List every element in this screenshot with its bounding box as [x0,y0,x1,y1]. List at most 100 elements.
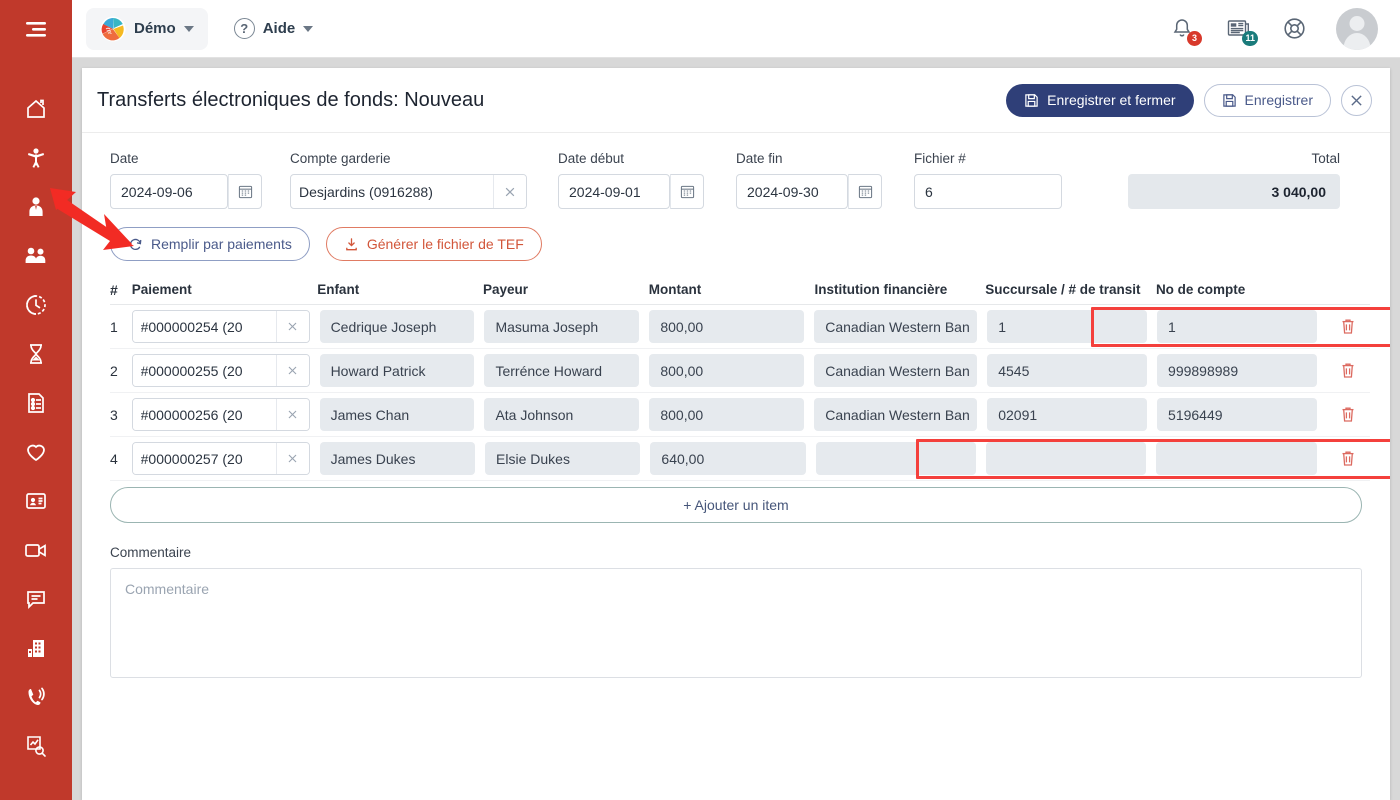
date-start-input[interactable] [558,174,670,209]
sidebar-item-centers[interactable] [0,623,72,672]
delete-row-button[interactable] [1340,406,1356,423]
institution-value: Canadian Western Ban [814,398,978,431]
sidebar-item-employees[interactable] [0,182,72,231]
date-end-input[interactable] [736,174,848,209]
cell-child: Howard Patrick [319,354,485,387]
total-value: 3 040,00 [1128,174,1340,209]
comment-label: Commentaire [110,545,192,560]
trash-icon [1342,407,1354,422]
cell-child: James Dukes [319,442,485,475]
video-icon [25,543,46,557]
add-item-label: + Ajouter un item [683,497,789,513]
payment-input[interactable] [132,311,276,342]
payment-input[interactable] [132,355,276,386]
sidebar-item-forms[interactable] [0,378,72,427]
user-avatar[interactable] [1336,7,1378,50]
date-label: Date [110,151,139,166]
help-menu[interactable]: ? Aide [233,18,314,39]
save-label: Enregistrer [1244,92,1313,108]
cell-amount: 800,00 [649,310,814,343]
date-start-picker-button[interactable] [670,174,704,209]
org-switcher[interactable]: Démo [86,7,208,50]
field-file-no: Fichier # [914,151,1094,209]
sidebar-item-health[interactable] [0,427,72,476]
sidebar-item-contacts[interactable] [0,476,72,525]
table-row: 4 James Dukes Elsie Dukes [110,437,1390,481]
institution-value [815,442,977,475]
cell-amount: 640,00 [650,442,815,475]
home-icon [27,99,45,118]
branch-value [986,442,1147,475]
refresh-icon [129,238,142,250]
payment-combo [131,442,310,475]
row-number: 3 [110,406,118,423]
file-no-input[interactable] [914,174,1062,209]
menu-toggle-button[interactable] [0,0,72,58]
delete-row-button[interactable] [1340,450,1356,467]
account-input[interactable] [291,175,493,208]
cell-branch: 4545 [987,354,1157,387]
comment-textarea[interactable] [110,568,1362,678]
close-button[interactable] [1341,84,1372,116]
calendar-icon [238,185,252,199]
field-date-end: Date fin [736,151,914,209]
account-control [290,174,558,209]
save-button[interactable]: Enregistrer [1203,83,1331,117]
header-payment: Paiement [131,282,192,297]
id-card-icon [26,492,46,509]
clear-payment-button[interactable] [275,443,309,474]
cell-child: Cedrique Joseph [319,310,485,343]
chevron-down-icon [183,25,194,32]
clock-icon [26,294,46,315]
report-search-icon [27,735,46,757]
clear-payment-button[interactable] [275,355,309,386]
date-picker-button[interactable] [228,174,262,209]
child-value: Howard Patrick [319,354,475,387]
clear-payment-button[interactable] [275,311,309,342]
cell-payer: Masuma Joseph [484,310,649,343]
comment-section: Commentaire [110,545,1370,683]
table-header-row: # Paiement Enfant Payeur Montant Institu… [110,275,1370,305]
news-button[interactable]: 11 [1224,15,1258,46]
building-icon [28,639,44,657]
add-item-button[interactable]: + Ajouter un item [110,487,1362,523]
branch-value: 4545 [987,354,1148,387]
generate-eft-file-button[interactable]: Générer le fichier de TEF [325,227,542,261]
account-value: 1 [1157,310,1317,343]
cell-delete [1327,362,1370,379]
payment-input[interactable] [132,399,276,430]
payment-input[interactable] [132,443,276,474]
delete-row-button[interactable] [1340,362,1356,379]
sidebar-item-children[interactable] [0,133,72,182]
sidebar-item-video[interactable] [0,525,72,574]
sidebar-item-home[interactable] [0,84,72,133]
sidebar-item-messages[interactable] [0,574,72,623]
table-row: 2 Howard Patrick Terrénce Howa [110,349,1370,393]
question-mark-icon: ? [233,18,255,39]
cell-child: James Chan [319,398,485,431]
save-and-close-button[interactable]: Enregistrer et fermer [1006,83,1194,117]
sidebar-item-groups[interactable] [0,231,72,280]
table-row: 1 Cedrique Joseph Masuma Josep [110,305,1390,349]
date-end-label: Date fin [736,151,783,166]
sidebar-item-calls[interactable] [0,672,72,721]
cell-amount: 800,00 [649,354,814,387]
notifications-button[interactable]: 3 [1168,15,1202,46]
support-button[interactable] [1280,15,1308,43]
fill-by-payments-button[interactable]: Remplir par paiements [110,227,310,261]
clear-account-button[interactable] [493,175,526,208]
main-region: Démo ? Aide 3 11 Transferts électronique… [72,0,1400,800]
trash-icon [1342,363,1354,378]
date-end-picker-button[interactable] [848,174,882,209]
cell-delete [1327,406,1370,423]
cell-payer: Elsie Dukes [485,442,650,475]
amount-value: 640,00 [650,442,806,475]
calendar-icon [680,185,694,199]
clear-payment-button[interactable] [275,399,309,430]
sidebar-item-attendance[interactable] [0,280,72,329]
sidebar-item-waitlist[interactable] [0,329,72,378]
date-control [110,174,290,209]
sidebar-item-reports[interactable] [0,721,72,770]
delete-row-button[interactable] [1340,318,1356,335]
date-input[interactable] [110,174,228,209]
